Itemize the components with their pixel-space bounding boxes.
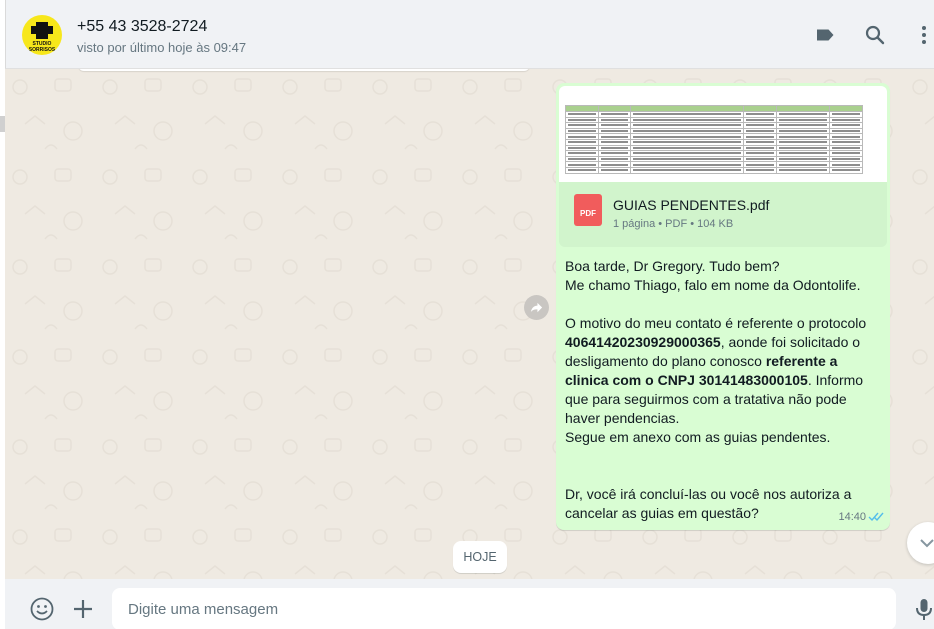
emoji-icon[interactable] [29, 596, 55, 622]
document-meta: 1 página • PDF • 104 KB [613, 218, 734, 230]
previous-message-edge [78, 69, 530, 71]
menu-dots-icon[interactable] [912, 23, 934, 47]
message-text: Boa tarde, Dr Gregory. Tudo bem? Me cham… [565, 258, 871, 521]
forward-button[interactable] [524, 295, 549, 320]
last-seen-status: visto por último hoje às 09:47 [77, 40, 247, 55]
pdf-file-icon: PDF [574, 194, 602, 226]
read-receipt-icon [868, 512, 884, 522]
protocol-number: 40641420230929000365 [565, 334, 721, 350]
attach-plus-icon[interactable] [70, 596, 96, 622]
document-attachment[interactable]: PDF GUIAS PENDENTES.pdf 1 página • PDF •… [559, 182, 887, 247]
message-time: 14:40 [838, 511, 866, 523]
day-divider: HOJE [453, 541, 507, 573]
whatsapp-web-window: STUDIO SORRISOS +55 43 3528-2724 visto p… [0, 0, 934, 629]
document-thumbnail[interactable] [559, 86, 887, 182]
conversation-panel[interactable]: PDF GUIAS PENDENTES.pdf 1 página • PDF •… [5, 69, 934, 579]
microphone-icon[interactable] [911, 596, 934, 622]
search-icon[interactable] [863, 23, 887, 47]
avatar-logo-text: STUDIO SORRISOS [28, 41, 56, 53]
forward-icon [530, 302, 543, 313]
avatar[interactable]: STUDIO SORRISOS [22, 15, 62, 55]
chevron-down-icon [920, 539, 934, 548]
document-file-name[interactable]: GUIAS PENDENTES.pdf [613, 197, 769, 213]
message-input[interactable] [112, 588, 896, 629]
thumbnail-table [565, 105, 863, 174]
outgoing-message-bubble[interactable]: PDF GUIAS PENDENTES.pdf 1 página • PDF •… [556, 83, 890, 530]
message-composer [5, 579, 934, 629]
contact-name[interactable]: +55 43 3528-2724 [77, 18, 207, 36]
label-icon[interactable] [813, 23, 837, 47]
chat-header[interactable]: STUDIO SORRISOS +55 43 3528-2724 visto p… [5, 0, 934, 69]
